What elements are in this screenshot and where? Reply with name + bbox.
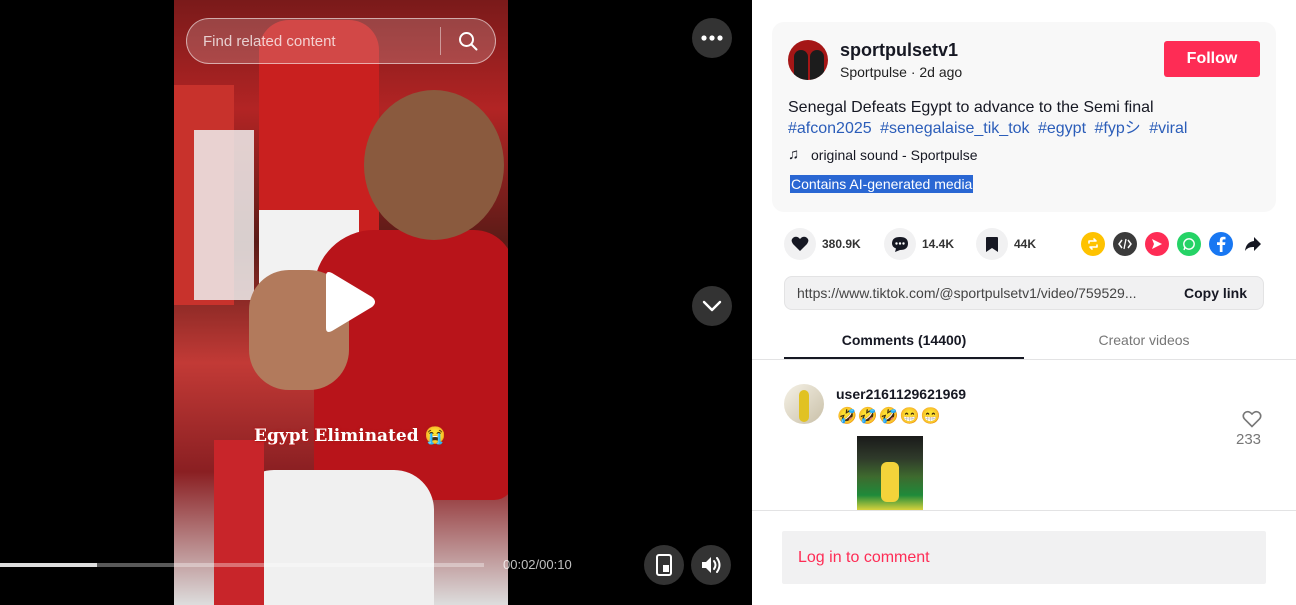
like-count: 380.9K — [822, 237, 861, 251]
like-action[interactable]: 380.9K — [784, 228, 861, 260]
save-action[interactable]: 44K — [976, 228, 1036, 260]
author-display-name: Sportpulse — [840, 64, 907, 80]
video-scene-head — [364, 90, 504, 240]
repost-icon — [1088, 238, 1098, 250]
heart-icon — [791, 236, 809, 251]
details-panel: sportpulsetv1 Sportpulse · 2d ago Follow… — [752, 0, 1296, 605]
video-caption: Egypt Eliminated 😭 — [254, 426, 446, 446]
post-hashtags: #afcon2025 #senegalaise_tik_tok #egypt #… — [788, 118, 1191, 139]
facebook-share-button[interactable] — [1209, 232, 1233, 256]
comment-button[interactable] — [884, 228, 916, 260]
tab-creator-videos[interactable]: Creator videos — [1024, 332, 1264, 348]
image-player-figure — [881, 462, 899, 502]
heart-outline-icon — [1242, 410, 1262, 428]
copy-link-button[interactable]: Copy link — [1184, 285, 1247, 301]
more-share-button[interactable] — [1241, 232, 1265, 256]
send-to-friends-button[interactable] — [1145, 232, 1169, 256]
commenter-avatar[interactable] — [784, 384, 824, 424]
hashtag-link[interactable]: #viral — [1149, 120, 1187, 137]
save-count: 44K — [1014, 237, 1037, 251]
author-username[interactable]: sportpulsetv1 — [840, 40, 958, 61]
more-options-button[interactable] — [692, 18, 732, 58]
avatar-figure — [799, 390, 809, 422]
embed-button[interactable] — [1113, 232, 1137, 256]
search-icon — [459, 32, 478, 51]
comment-like-button[interactable] — [1240, 410, 1264, 433]
more-dots-icon — [701, 35, 723, 41]
active-tab-indicator — [784, 357, 1024, 359]
comment-action[interactable]: 14.4K — [884, 228, 954, 260]
author-meta: Sportpulse · 2d ago — [840, 64, 962, 80]
comment-item: user2161129621969 🤣🤣🤣😁😁 233 — [784, 384, 1268, 510]
author-avatar[interactable] — [788, 40, 828, 80]
search-button[interactable] — [441, 18, 495, 64]
commenter-username[interactable]: user2161129621969 — [836, 386, 966, 402]
comment-like-count: 233 — [1236, 431, 1262, 448]
video-player[interactable]: Find related content Egypt Eliminated 😭 … — [0, 0, 752, 605]
like-button[interactable] — [784, 228, 816, 260]
comment-count: 14.4K — [922, 237, 955, 251]
related-search-bar[interactable]: Find related content — [186, 18, 496, 64]
play-button[interactable] — [318, 270, 378, 334]
video-progress-bar[interactable] — [0, 563, 484, 567]
video-url[interactable]: https://www.tiktok.com/@sportpulsetv1/vi… — [797, 285, 1167, 301]
bookmark-icon — [986, 236, 998, 252]
login-to-comment-bar[interactable]: Log in to comment — [782, 531, 1266, 584]
music-note-icon: ♫ — [788, 146, 800, 163]
video-time: 00:02/00:10 — [503, 557, 572, 572]
avatar-figure — [810, 50, 824, 80]
comment-image[interactable] — [857, 436, 923, 510]
save-button[interactable] — [976, 228, 1008, 260]
divider — [752, 510, 1296, 511]
volume-icon — [702, 557, 721, 573]
follow-button[interactable]: Follow — [1164, 41, 1260, 77]
avatar-figure — [794, 50, 808, 80]
chevron-down-icon — [702, 300, 722, 312]
share-arrow-icon — [1245, 237, 1261, 251]
repost-button[interactable] — [1081, 232, 1105, 256]
send-icon — [1152, 239, 1162, 249]
volume-button[interactable] — [691, 545, 731, 585]
video-scene-locker — [194, 130, 254, 300]
video-scene-leg — [234, 470, 434, 605]
hashtag-link[interactable]: #afcon2025 — [788, 120, 872, 137]
tab-comments[interactable]: Comments (14400) — [784, 332, 1024, 348]
engagement-bar: 380.9K 14.4K 44K — [784, 228, 1264, 260]
sound-name: original sound - Sportpulse — [811, 146, 978, 163]
next-video-button[interactable] — [692, 286, 732, 326]
login-to-comment-link[interactable]: Log in to comment — [798, 549, 930, 567]
play-icon — [326, 272, 375, 332]
picture-in-picture-button[interactable] — [644, 545, 684, 585]
video-scene-sock — [214, 440, 264, 605]
sound-link[interactable]: ♫ original sound - Sportpulse — [788, 146, 978, 163]
hashtag-link[interactable]: #senegalaise_tik_tok — [880, 120, 1029, 137]
facebook-icon — [1217, 236, 1226, 252]
whatsapp-share-button[interactable] — [1177, 232, 1201, 256]
post-info-card: sportpulsetv1 Sportpulse · 2d ago Follow… — [772, 22, 1276, 212]
embed-code-icon — [1118, 238, 1132, 250]
post-age: 2d ago — [919, 64, 963, 80]
page: Find related content Egypt Eliminated 😭 … — [0, 0, 1296, 605]
panel-tabs: Comments (14400) Creator videos — [752, 322, 1296, 360]
post-description: Senegal Defeats Egypt to advance to the … — [788, 99, 1154, 116]
video-progress-fill — [0, 563, 97, 567]
ai-generated-label[interactable]: Contains AI-generated media — [790, 175, 974, 193]
comment-text: 🤣🤣🤣😁😁 — [837, 408, 942, 425]
pip-icon — [656, 554, 672, 576]
comment-bubble-icon — [892, 236, 908, 252]
related-search-input[interactable]: Find related content — [187, 33, 440, 50]
video-link-box: https://www.tiktok.com/@sportpulsetv1/vi… — [784, 276, 1264, 310]
hashtag-link[interactable]: #fypシ — [1094, 120, 1140, 137]
hashtag-link[interactable]: #egypt — [1038, 120, 1086, 137]
whatsapp-icon — [1183, 238, 1195, 251]
